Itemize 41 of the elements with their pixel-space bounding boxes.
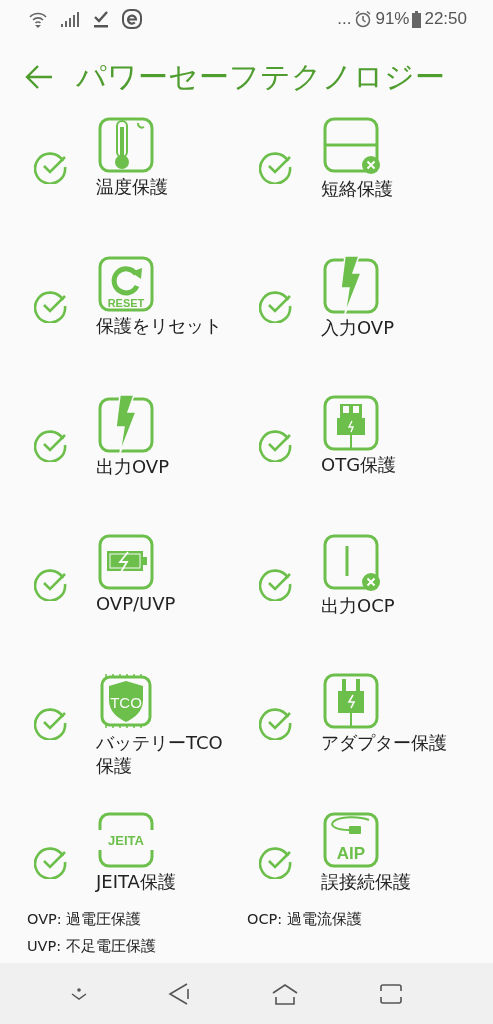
power-adapter-icon (323, 673, 379, 729)
back-icon[interactable] (168, 981, 191, 1006)
signal-icon (60, 11, 80, 27)
battery-percent: 91% (375, 9, 410, 29)
feature-label: JEITA保護 (96, 870, 177, 894)
chevron-down-icon[interactable] (70, 986, 89, 1001)
cable-icon: AIP (323, 812, 379, 868)
feature-label: 温度保護 (96, 175, 169, 199)
feature-label: 出力OCP (321, 594, 396, 618)
alarm-icon (354, 10, 373, 28)
feature-label: アダプター保護 (321, 731, 448, 755)
chip-shield-icon: TCO (98, 673, 154, 729)
feature-label: 誤接続保護 (321, 870, 412, 894)
usb-plug-icon (323, 395, 379, 451)
home-icon[interactable] (270, 982, 299, 1005)
e-letter-icon (122, 9, 142, 29)
thermometer-icon (98, 117, 154, 173)
wifi-icon (28, 10, 48, 28)
back-arrow-icon[interactable] (24, 64, 54, 90)
x-badge-box-icon (323, 117, 381, 175)
lightning-bolt-icon (98, 395, 154, 453)
page-title: パワーセーフテクノロジー (76, 57, 445, 96)
battery-icon (412, 10, 422, 28)
feature-label: OVP/UVP (96, 592, 177, 616)
download-done-icon (92, 10, 110, 28)
feature-label: 短絡保護 (321, 177, 394, 201)
footnote: OVP: 過電圧保護 (27, 910, 143, 929)
feature-label: 出力OVP (96, 455, 171, 479)
current-x-icon (323, 534, 381, 592)
more-indicator: ... (337, 9, 352, 29)
clock: 22:50 (424, 9, 467, 29)
feature-label: 保護をリセット (96, 314, 223, 338)
feature-label: 入力OVP (321, 316, 396, 340)
footnote: UVP: 不足電圧保護 (27, 937, 157, 956)
lightning-bolt-icon (323, 256, 379, 314)
feature-label: OTG保護 (321, 453, 398, 477)
footnote: OCP: 過電流保護 (247, 910, 363, 929)
reset-icon: RESET (98, 256, 154, 312)
recent-apps-icon[interactable] (378, 982, 403, 1005)
battery-charging-icon (98, 534, 154, 590)
feature-label: バッテリーTCO保護 (96, 731, 224, 778)
